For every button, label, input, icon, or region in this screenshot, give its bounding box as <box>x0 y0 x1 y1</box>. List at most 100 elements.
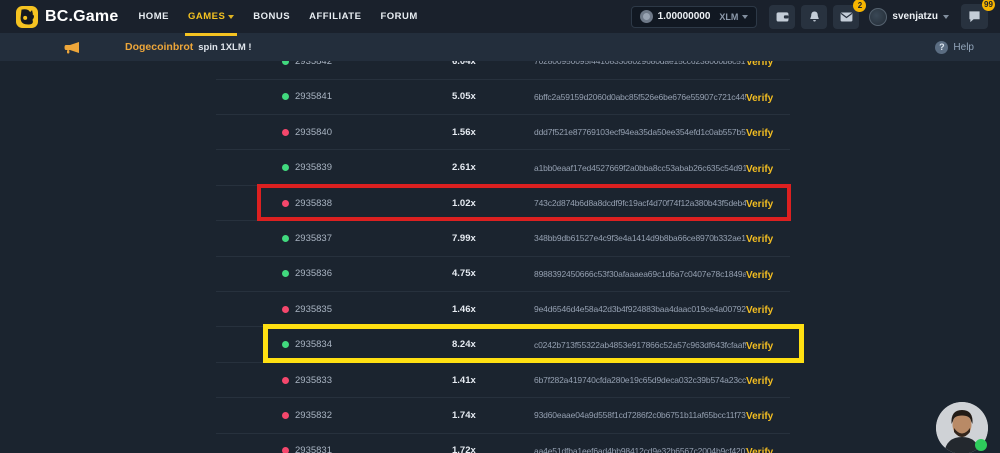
verify-link[interactable]: Verify <box>746 447 773 453</box>
table-row: 2935840 1.56x ddd7f521e87769103ecf94ea35… <box>216 115 790 150</box>
bet-multiplier: 1.02x <box>452 198 534 209</box>
verify-link[interactable]: Verify <box>746 305 773 316</box>
caret-down-icon <box>943 15 949 19</box>
bet-hash: 348bb9db61527e4c9f3e4a1414d9b8ba66ce8970… <box>534 233 746 243</box>
bet-id: 2935840 <box>295 127 332 138</box>
chat-button[interactable]: 99 <box>961 4 988 29</box>
bet-id-cell: 2935833 <box>282 375 452 386</box>
bet-id-cell: 2935839 <box>282 162 452 173</box>
verify-link[interactable]: Verify <box>746 376 773 387</box>
bet-id-cell: 2935841 <box>282 91 452 102</box>
result-dot <box>282 412 289 419</box>
verify-link[interactable]: Verify <box>746 234 773 245</box>
coin-icon <box>640 10 653 23</box>
result-dot <box>282 235 289 242</box>
nav-item-games[interactable]: GAMES <box>188 0 234 33</box>
verify-link[interactable]: Verify <box>746 128 773 139</box>
caret-down-icon <box>742 15 748 19</box>
nav-item-bonus[interactable]: BONUS <box>253 0 290 33</box>
verify-cell: Verify <box>746 371 773 389</box>
main-nav: HOME GAMES BONUS AFFILIATE FORUM <box>138 0 417 33</box>
messages-button[interactable]: 2 <box>833 5 859 29</box>
brand-name: BC.Game <box>45 8 118 26</box>
nav-item-affiliate[interactable]: AFFILIATE <box>309 0 361 33</box>
verify-cell: Verify <box>746 406 773 424</box>
bet-id: 2935837 <box>295 233 332 244</box>
balance-selector[interactable]: 1.00000000 XLM <box>631 6 758 28</box>
envelope-icon <box>840 12 853 22</box>
username: svenjatzu <box>892 11 938 22</box>
verify-cell: Verify <box>746 159 773 177</box>
bet-hash: ddd7f521e87769103ecf94ea35da50ee354efd1c… <box>534 127 746 137</box>
wallet-button[interactable] <box>769 5 795 29</box>
table-row: 2935838 1.02x 743c2d874b6d8a8dcdf9fc19ac… <box>216 186 790 221</box>
nav-item-label: AFFILIATE <box>309 11 361 22</box>
question-icon: ? <box>935 41 948 54</box>
user-menu[interactable]: svenjatzu <box>869 8 949 26</box>
table-row: 2935834 8.24x c0242b713f55322ab4853e9178… <box>216 327 790 362</box>
verify-link[interactable]: Verify <box>746 199 773 210</box>
verify-link[interactable]: Verify <box>746 270 773 281</box>
bet-hash: 8988392450666c53f30afaaaea69c1d6a7c0407e… <box>534 269 746 279</box>
bet-id-cell: 2935840 <box>282 127 452 138</box>
bet-multiplier: 1.46x <box>452 304 534 315</box>
result-dot <box>282 93 289 100</box>
result-dot <box>282 200 289 207</box>
bet-id: 2935833 <box>295 375 332 386</box>
brand-logo[interactable]: BC.Game <box>16 6 118 28</box>
nav-item-home[interactable]: HOME <box>138 0 169 33</box>
table-row: 2935841 5.05x 6bffc2a59159d2060d0abc85f5… <box>216 80 790 115</box>
bet-id-cell: 2935831 <box>282 445 452 453</box>
bet-hash: a1bb0eaaf17ed4527669f2a0bba8cc53abab26c6… <box>534 163 746 173</box>
bet-multiplier: 1.74x <box>452 410 534 421</box>
bet-id-cell: 2935832 <box>282 410 452 421</box>
bet-multiplier: 2.61x <box>452 162 534 173</box>
bet-hash: aa4e51dfba1eef6ad4bb98412cd9e32b6567c200… <box>534 446 746 453</box>
verify-link[interactable]: Verify <box>746 93 773 104</box>
wallet-icon <box>776 11 789 22</box>
bell-icon <box>809 11 820 23</box>
result-dot <box>282 447 289 453</box>
table-row: 2935831 1.72x aa4e51dfba1eef6ad4bb98412c… <box>216 434 790 453</box>
bet-multiplier: 8.24x <box>452 339 534 350</box>
online-status-dot <box>975 439 987 451</box>
table-row: 2935835 1.46x 9e4d6546d4e58a42d3b4f92488… <box>216 292 790 327</box>
bet-multiplier: 1.72x <box>452 445 534 453</box>
verify-link[interactable]: Verify <box>746 341 773 352</box>
bet-multiplier: 5.05x <box>452 91 534 102</box>
bet-id-cell: 2935836 <box>282 268 452 279</box>
bet-id: 2935841 <box>295 91 332 102</box>
bcgame-logo-icon <box>16 6 38 28</box>
result-dot <box>282 306 289 313</box>
bet-multiplier: 7.99x <box>452 233 534 244</box>
bet-id: 2935839 <box>295 162 332 173</box>
result-dot <box>282 129 289 136</box>
table-row: 2935839 2.61x a1bb0eaaf17ed4527669f2a0bb… <box>216 150 790 185</box>
bet-id-cell: 2935834 <box>282 339 452 350</box>
verify-cell: Verify <box>746 194 773 212</box>
balance-amount: 1.00000000 <box>658 11 711 22</box>
verify-link[interactable]: Verify <box>746 411 773 422</box>
nav-item-forum[interactable]: FORUM <box>380 0 417 33</box>
promo-text: spin 1XLM ! <box>198 42 251 53</box>
currency-label: XLM <box>719 12 738 22</box>
bet-hash: c0242b713f55322ab4853e917866c52a57c963df… <box>534 340 746 350</box>
verify-cell: Verify <box>746 442 773 453</box>
page: BC.Game HOME GAMES BONUS AFFILIATE FORUM 1.0… <box>0 0 1000 453</box>
bet-hash: 6bffc2a59159d2060d0abc85f526e6be676e5590… <box>534 92 746 102</box>
help-link[interactable]: ? Help <box>935 41 974 54</box>
notifications-button[interactable] <box>801 5 827 29</box>
verify-link[interactable]: Verify <box>746 164 773 175</box>
bet-id: 2935831 <box>295 445 332 453</box>
bet-id: 2935832 <box>295 410 332 421</box>
nav-item-label: GAMES <box>188 11 225 22</box>
bet-hash: 743c2d874b6d8a8dcdf9fc19acf4d70f74f12a38… <box>534 198 746 208</box>
result-dot <box>282 270 289 277</box>
verify-cell: Verify <box>746 265 773 283</box>
currency-dropdown[interactable]: XLM <box>719 12 748 22</box>
promo-link[interactable]: Dogecoinbrot <box>125 41 193 53</box>
result-dot <box>282 341 289 348</box>
bet-multiplier: 4.75x <box>452 268 534 279</box>
bet-hash: 9e4d6546d4e58a42d3b4f924883baa4daac019ce… <box>534 304 746 314</box>
bet-id: 2935834 <box>295 339 332 350</box>
